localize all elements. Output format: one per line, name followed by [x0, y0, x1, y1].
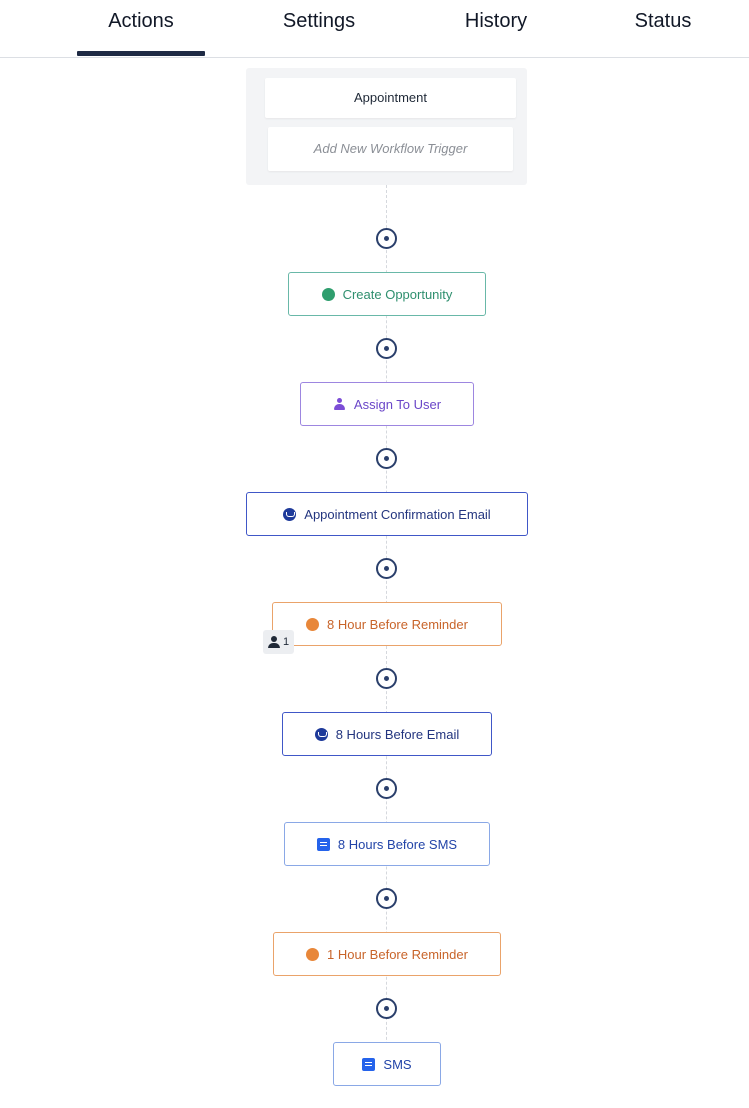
email-icon [283, 507, 297, 521]
action-label: SMS [383, 1056, 412, 1072]
tab-history[interactable]: History [440, 6, 552, 36]
add-workflow-trigger-button[interactable]: Add New Workflow Trigger [268, 127, 513, 171]
action-sms[interactable]: SMS [333, 1042, 441, 1086]
action-8-hours-before-email[interactable]: 8 Hours Before Email [282, 712, 492, 756]
action-assign-to-user[interactable]: Assign To User [300, 382, 474, 426]
action-label: 1 Hour Before Reminder [327, 946, 468, 962]
action-label: Assign To User [353, 396, 442, 412]
add-action-button[interactable] [376, 558, 397, 579]
user-assign-icon [333, 397, 346, 411]
tab-actions[interactable]: Actions [77, 6, 205, 36]
add-action-button[interactable] [376, 668, 397, 689]
add-action-button[interactable] [376, 228, 397, 249]
reminder-icon [306, 617, 320, 631]
action-label: Appointment Confirmation Email [304, 506, 491, 522]
active-tab-indicator [77, 51, 205, 56]
action-8-hour-before-reminder[interactable]: 8 Hour Before Reminder [272, 602, 502, 646]
tab-bar: Actions Settings History Status [0, 0, 749, 58]
contact-count-badge[interactable]: 1 [263, 630, 294, 654]
action-label: 8 Hours Before SMS [337, 836, 458, 852]
add-action-button[interactable] [376, 888, 397, 909]
tab-status[interactable]: Status [612, 6, 714, 36]
contact-count: 1 [282, 636, 290, 648]
action-create-opportunity[interactable]: Create Opportunity [288, 272, 486, 316]
add-action-button[interactable] [376, 448, 397, 469]
add-action-button[interactable] [376, 778, 397, 799]
action-label: 8 Hour Before Reminder [327, 616, 468, 632]
opportunity-icon [321, 287, 335, 301]
person-icon [267, 636, 280, 648]
action-label: 8 Hours Before Email [335, 726, 460, 742]
reminder-icon [306, 947, 320, 961]
action-1-hour-before-reminder[interactable]: 1 Hour Before Reminder [273, 932, 501, 976]
tab-settings[interactable]: Settings [262, 6, 376, 36]
action-appointment-confirmation-email[interactable]: Appointment Confirmation Email [246, 492, 528, 536]
email-icon [314, 727, 328, 741]
trigger-appointment[interactable]: Appointment [265, 78, 516, 118]
sms-icon [362, 1057, 376, 1071]
action-8-hours-before-sms[interactable]: 8 Hours Before SMS [284, 822, 490, 866]
add-action-button[interactable] [376, 338, 397, 359]
action-label: Create Opportunity [342, 286, 453, 302]
trigger-panel: Appointment Add New Workflow Trigger [246, 68, 527, 185]
add-action-button[interactable] [376, 998, 397, 1019]
sms-icon [316, 837, 330, 851]
